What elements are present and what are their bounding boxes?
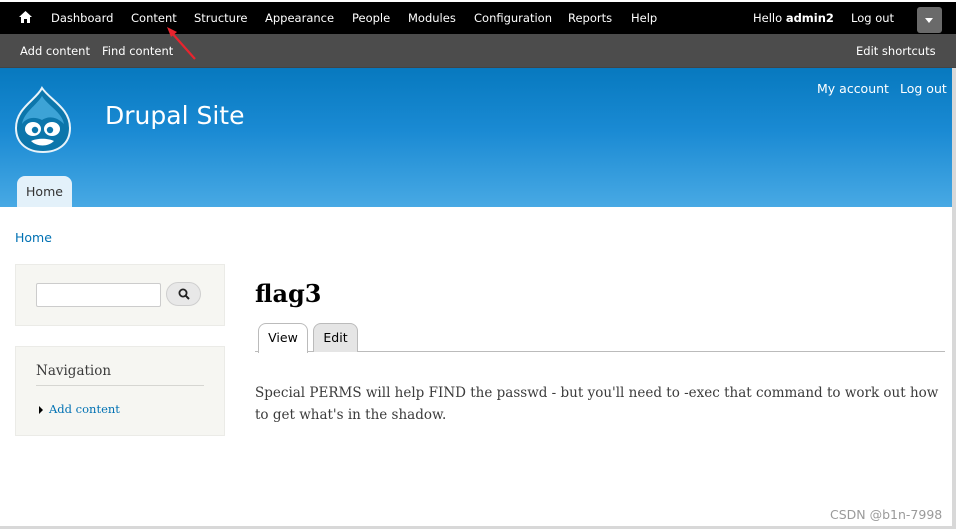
navigation-block: Navigation Add content — [15, 346, 225, 436]
annotation-arrow — [167, 27, 196, 60]
tab-view[interactable]: View — [258, 323, 308, 353]
shortcut-add-content[interactable]: Add content — [20, 44, 90, 58]
search-input[interactable] — [36, 283, 161, 307]
page-title: flag3 — [255, 279, 322, 308]
expand-arrow-icon — [39, 406, 43, 414]
toolbar-item-structure[interactable]: Structure — [194, 11, 248, 25]
toolbar-item-modules[interactable]: Modules — [408, 11, 456, 25]
toolbar-item-help[interactable]: Help — [631, 11, 657, 25]
shortcuts-toggle-button[interactable] — [917, 7, 942, 33]
tab-edit[interactable]: Edit — [313, 323, 358, 352]
search-button[interactable] — [166, 282, 201, 306]
search-icon — [178, 288, 190, 300]
site-header: Drupal Site My account Log out Home — [0, 68, 952, 207]
toolbar-item-dashboard[interactable]: Dashboard — [51, 11, 113, 25]
home-icon[interactable] — [19, 11, 32, 23]
toolbar-item-configuration[interactable]: Configuration — [474, 11, 552, 25]
my-account-link[interactable]: My account — [817, 81, 889, 96]
toolbar-item-content[interactable]: Content — [131, 11, 177, 25]
toolbar-item-people[interactable]: People — [352, 11, 390, 25]
toolbar-item-appearance[interactable]: Appearance — [265, 11, 334, 25]
header-logout-link[interactable]: Log out — [900, 81, 947, 96]
nav-item-add-content[interactable]: Add content — [49, 402, 120, 416]
right-edge — [952, 68, 956, 529]
navigation-title: Navigation — [36, 363, 112, 379]
tabs-divider — [255, 351, 945, 352]
search-block — [15, 264, 225, 326]
greeting-prefix: Hello — [753, 11, 783, 25]
drupal-logo-icon[interactable] — [12, 86, 74, 154]
username[interactable]: admin2 — [786, 11, 834, 25]
toolbar-item-reports[interactable]: Reports — [568, 11, 612, 25]
shortcut-find-content[interactable]: Find content — [102, 44, 173, 58]
edit-shortcuts-link[interactable]: Edit shortcuts — [856, 44, 936, 58]
user-greeting: Hello admin2 — [753, 11, 834, 25]
main-menu-home-tab[interactable]: Home — [17, 176, 72, 207]
admin-toolbar: Dashboard Content Structure Appearance P… — [0, 0, 956, 68]
breadcrumb[interactable]: Home — [15, 230, 52, 245]
watermark: CSDN @b1n-7998 — [830, 507, 943, 522]
toolbar-logout-link[interactable]: Log out — [851, 11, 894, 25]
node-body: Special PERMS will help FIND the passwd … — [255, 385, 939, 423]
site-name[interactable]: Drupal Site — [105, 101, 244, 130]
navigation-divider — [36, 385, 204, 386]
